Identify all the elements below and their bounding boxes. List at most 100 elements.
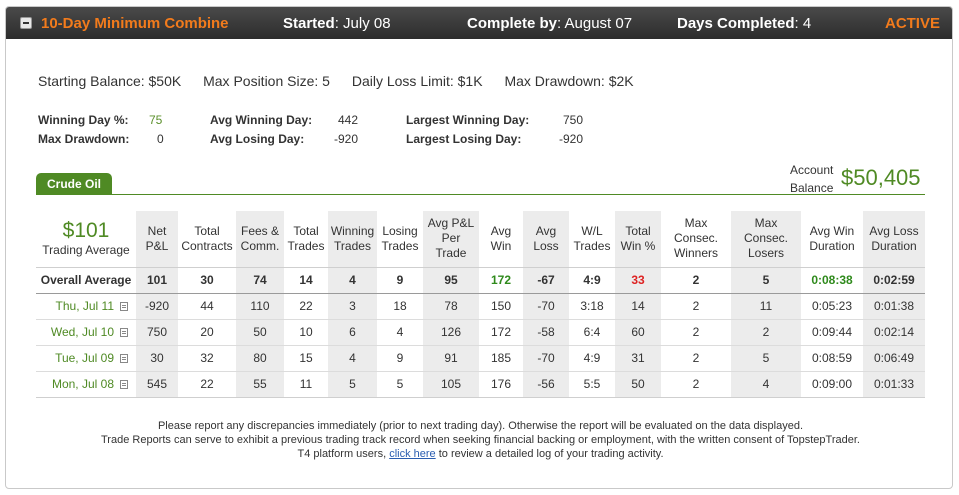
report-doc-icon[interactable] [120, 354, 128, 363]
panel-header: 10-Day Minimum Combine Started: July 08 … [6, 7, 952, 39]
starting-balance: Starting Balance: $50K [38, 73, 182, 89]
row-date-link[interactable]: Tue, Jul 09 [55, 351, 114, 365]
footer-line3: T4 platform users, click here to review … [36, 447, 925, 461]
cell-total-trades: 14 [284, 266, 328, 294]
cell-max-consec-winners: 2 [661, 344, 731, 371]
header-total-trades: Total Trades [284, 211, 328, 267]
complete-label: Complete by [467, 15, 558, 32]
cell-total-contracts: 32 [178, 344, 236, 371]
cell-max-consec-losers: 5 [731, 266, 801, 294]
cell-avg-win-duration: 0:08:38 [801, 266, 863, 294]
header-wl-trades-line2: Trades [573, 238, 611, 253]
account-balance-label: Account Balance [790, 161, 833, 197]
cell-max-consec-winners: 2 [661, 292, 731, 319]
cell-net-pl: -920 [136, 292, 178, 319]
account-balance-value: $50,405 [841, 165, 921, 190]
cell-fees: 110 [236, 292, 284, 319]
cell-total-contracts: 44 [178, 292, 236, 319]
account-label-line1: Account [790, 163, 834, 177]
cell-max-consec-losers: 11 [731, 292, 801, 319]
header-avg-win: Avg Win [479, 211, 523, 267]
largest-losing-day-value: -920 [559, 132, 584, 146]
cell-avg-win: 176 [479, 370, 523, 398]
cell-wl-trades: 4:9 [569, 266, 615, 294]
cell-total-trades: 10 [284, 318, 328, 345]
header-fees-line2: Comm. [240, 238, 280, 253]
footer-line1: Please report any discrepancies immediat… [157, 420, 804, 432]
header-avg-loss-duration-line1: Avg Loss [869, 223, 919, 238]
cell-losing-trades: 9 [377, 266, 423, 294]
row-date-cell: Thu, Jul 11 [36, 292, 136, 319]
header-total-win-pct-line1: Total [625, 223, 651, 238]
click-here-link[interactable]: click here [389, 448, 435, 460]
complete-value: : August 07 [557, 15, 633, 32]
row-date-link[interactable]: Mon, Jul 08 [52, 377, 114, 391]
days-value: : 4 [794, 15, 812, 32]
cell-max-consec-losers: 4 [731, 370, 801, 398]
cell-winning-trades: 6 [328, 318, 377, 345]
header-losing-trades-line2: Trades [381, 238, 419, 253]
account-label-line2: Balance [790, 181, 834, 195]
header-avg-loss: Avg Loss [523, 211, 569, 267]
cell-total-win-pct: 60 [615, 318, 661, 345]
header-avg-pl-line1: Avg P&L [427, 216, 475, 231]
cell-avg-loss-duration: 0:06:49 [863, 344, 925, 371]
cell-avg-win: 185 [479, 344, 523, 371]
cell-avg-pl: 78 [423, 292, 479, 319]
started-label: Started [283, 15, 335, 32]
cell-total-contracts: 20 [178, 318, 236, 345]
row-date-link[interactable]: Thu, Jul 11 [56, 299, 114, 313]
cell-losing-trades: 9 [377, 344, 423, 371]
winning-day-pct-value: 75 [149, 113, 163, 127]
row-date-cell: Mon, Jul 08 [36, 370, 136, 398]
report-doc-icon[interactable] [120, 380, 128, 389]
table-row: Wed, Jul 10 750 20 50 10 6 4 126 172 -58… [36, 318, 925, 345]
max-position-size: Max Position Size: 5 [203, 73, 330, 89]
combine-panel: 10-Day Minimum Combine Started: July 08 … [5, 6, 953, 489]
header-avg-win-line2: Win [490, 238, 512, 253]
cell-avg-win: 150 [479, 292, 523, 319]
cell-losing-trades: 4 [377, 318, 423, 345]
days-label: Days Completed [677, 15, 795, 32]
header-wl-trades-line1: W/L [581, 223, 603, 238]
cell-max-consec-winners: 2 [661, 370, 731, 398]
largest-winning-day-value: 750 [563, 113, 584, 127]
report-doc-icon[interactable] [120, 328, 128, 337]
cell-wl-trades: 6:4 [569, 318, 615, 345]
report-doc-icon[interactable] [120, 302, 128, 311]
cell-avg-loss: -56 [523, 370, 569, 398]
cell-wl-trades: 3:18 [569, 292, 615, 319]
header-max-consec-losers-line2: Losers [747, 246, 785, 261]
avg-winning-day-label: Avg Winning Day: [210, 113, 313, 127]
cell-avg-pl: 91 [423, 344, 479, 371]
cell-net-pl: 101 [136, 266, 178, 294]
header-total-win-pct-line2: Win % [620, 238, 656, 253]
header-avg-win-line1: Avg [490, 223, 512, 238]
header-fees-line1: Fees & [240, 223, 279, 238]
header-fees: Fees & Comm. [236, 211, 284, 267]
collapse-icon[interactable] [20, 17, 32, 29]
header-net-pl: Net P&L [136, 211, 178, 267]
cell-net-pl: 750 [136, 318, 178, 345]
largest-losing-day-label: Largest Losing Day: [406, 132, 522, 146]
status-badge: ACTIVE [884, 15, 940, 32]
cell-total-trades: 22 [284, 292, 328, 319]
cell-avg-win: 172 [479, 318, 523, 345]
trading-average-label: Trading Average [42, 243, 130, 258]
header-max-consec-winners-line2: Winners [673, 246, 718, 261]
table-row: Mon, Jul 08 545 22 55 11 5 5 105 176 -56… [36, 370, 925, 398]
header-total-contracts-line1: Total [194, 223, 220, 238]
header-max-consec-losers-line1: Max Consec. [743, 216, 789, 246]
header-avg-pl-per-trade: Avg P&L Per Trade [423, 211, 479, 267]
row-date-cell: Tue, Jul 09 [36, 344, 136, 371]
cell-winning-trades: 3 [328, 292, 377, 319]
row-date-link[interactable]: Wed, Jul 10 [51, 325, 114, 339]
header-avg-win-duration: Avg Win Duration [801, 211, 863, 267]
header-total-win-pct: Total Win % [615, 211, 661, 267]
header-total-contracts: Total Contracts [178, 211, 236, 267]
max-drawdown-limit: Max Drawdown: $2K [504, 73, 634, 89]
started-date: Started: July 08 [283, 15, 391, 32]
tab-crude-oil[interactable]: Crude Oil [36, 173, 112, 195]
cell-fees: 55 [236, 370, 284, 398]
cell-max-consec-losers: 5 [731, 344, 801, 371]
